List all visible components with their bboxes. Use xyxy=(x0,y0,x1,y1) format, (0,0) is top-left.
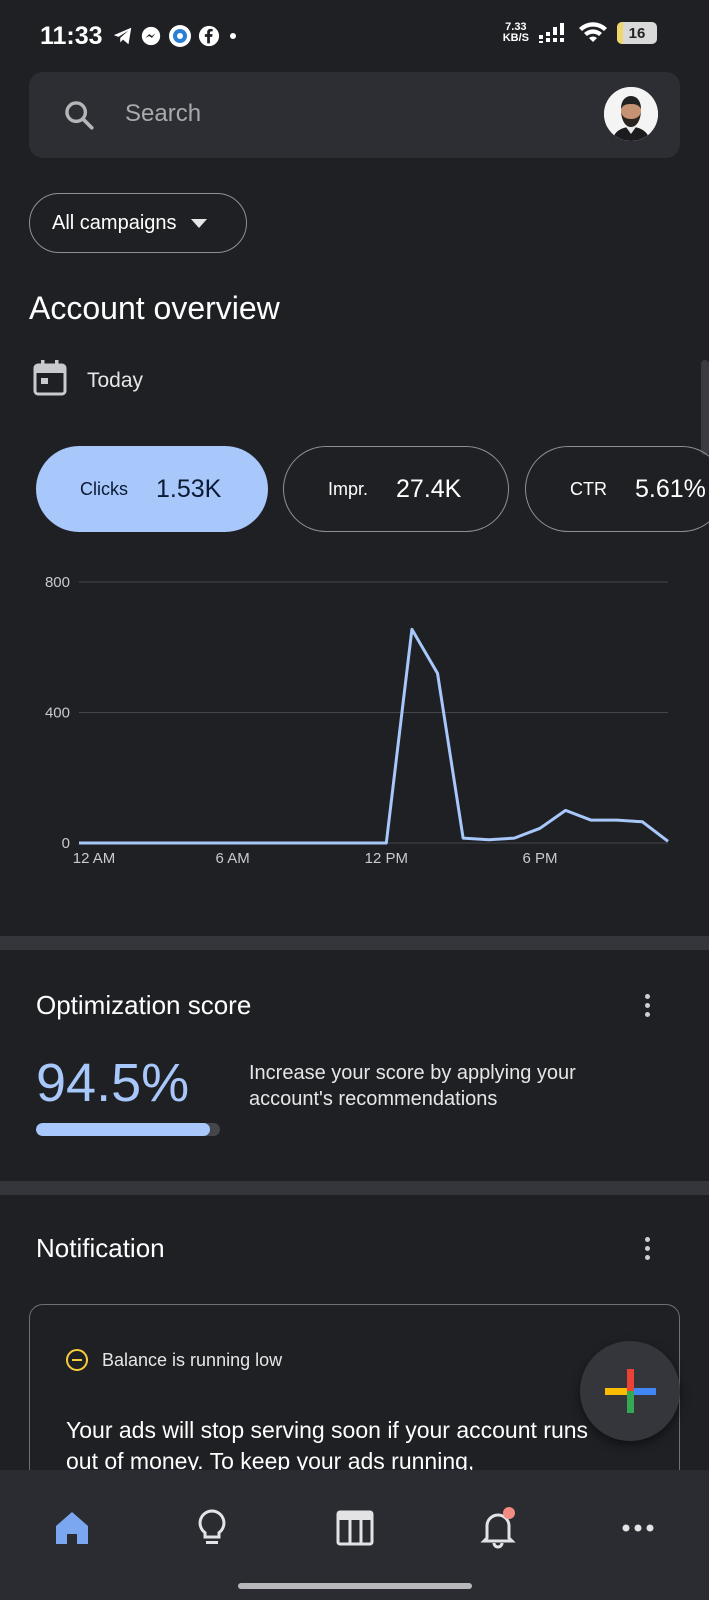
section-divider xyxy=(0,936,709,950)
signal-icon xyxy=(539,23,564,43)
y-tick-label: 400 xyxy=(45,705,70,722)
wifi-icon xyxy=(579,22,607,42)
network-speed-unit: KB/S xyxy=(502,32,529,44)
y-tick-label: 800 xyxy=(45,574,70,591)
notification-more-icon[interactable] xyxy=(645,1237,651,1261)
dot-icon xyxy=(230,33,236,39)
metric-value: 1.53K xyxy=(156,474,222,503)
status-time: 11:33 xyxy=(40,22,103,50)
campaign-filter-label: All campaigns xyxy=(52,211,177,234)
network-speed: 7.33 KB/S xyxy=(503,22,529,44)
metric-label: Clicks xyxy=(80,478,128,499)
optimization-score-title: Optimization score xyxy=(36,990,252,1020)
series-line xyxy=(79,627,669,845)
scrollbar[interactable] xyxy=(701,360,709,455)
metric-label: CTR xyxy=(570,478,607,499)
x-tick-label: 12 AM xyxy=(73,850,116,867)
x-tick-label: 6 PM xyxy=(522,850,557,867)
status-right: 7.33 KB/S 16 xyxy=(503,22,657,44)
calendar-icon[interactable] xyxy=(33,360,67,396)
notification-body: Your ads will stop serving soon if your … xyxy=(66,1417,589,1474)
more-icon[interactable] xyxy=(616,1506,660,1550)
optimization-description[interactable]: Increase your score by applying your acc… xyxy=(249,1060,649,1112)
home-indicator[interactable] xyxy=(238,1583,472,1589)
optimization-more-icon[interactable] xyxy=(645,994,651,1018)
optimization-score-value: 94.5% xyxy=(36,1053,190,1113)
avatar-image xyxy=(604,87,658,141)
optimization-score-bar xyxy=(36,1123,220,1136)
section-divider xyxy=(0,1181,709,1195)
metric-value: 27.4K xyxy=(396,474,462,503)
facebook-icon xyxy=(198,25,220,47)
bottom-navigation xyxy=(0,1470,709,1600)
create-fab[interactable] xyxy=(580,1341,680,1441)
optimization-score-fill xyxy=(36,1123,210,1136)
battery-level: 16 xyxy=(628,24,646,42)
lightbulb-icon[interactable] xyxy=(190,1506,234,1550)
search-bar[interactable]: Search xyxy=(29,72,680,158)
caret-down-icon xyxy=(190,218,207,228)
home-icon[interactable] xyxy=(50,1506,94,1550)
messenger-icon xyxy=(141,26,161,46)
notification-header-text: Balance is running low xyxy=(102,1349,283,1370)
metric-chip-clicks[interactable]: Clicks 1.53K xyxy=(36,446,268,532)
notification-title: Notification xyxy=(36,1233,165,1263)
warning-icon xyxy=(66,1349,88,1371)
campaigns-icon[interactable] xyxy=(333,1506,377,1550)
battery-icon: 16 xyxy=(617,22,657,44)
metric-chip-ctr[interactable]: CTR 5.61% xyxy=(525,446,709,532)
campaign-filter-dropdown[interactable]: All campaigns xyxy=(29,193,247,253)
date-range-label[interactable]: Today xyxy=(87,369,143,393)
x-tick-label: 6 AM xyxy=(216,850,250,867)
search-input[interactable]: Search xyxy=(125,100,201,128)
notification-header: Balance is running low xyxy=(66,1349,282,1371)
metric-label: Impr. xyxy=(328,478,369,499)
telegram-icon xyxy=(113,27,132,45)
status-app-icons xyxy=(112,24,236,48)
plus-icon xyxy=(605,1369,656,1413)
y-tick-label: 0 xyxy=(62,835,70,852)
x-tick-label: 12 PM xyxy=(365,850,408,867)
metric-chip-impressions[interactable]: Impr. 27.4K xyxy=(283,446,509,532)
avatar[interactable] xyxy=(604,87,658,141)
metric-value: 5.61% xyxy=(635,474,706,503)
clicks-line-chart: 800 400 012 AM 6 AM 12 PM 6 PM xyxy=(45,574,669,867)
page-title: Account overview xyxy=(29,290,280,326)
app-icon xyxy=(169,25,191,47)
notifications-icon[interactable] xyxy=(476,1506,520,1550)
search-icon[interactable] xyxy=(62,98,96,132)
